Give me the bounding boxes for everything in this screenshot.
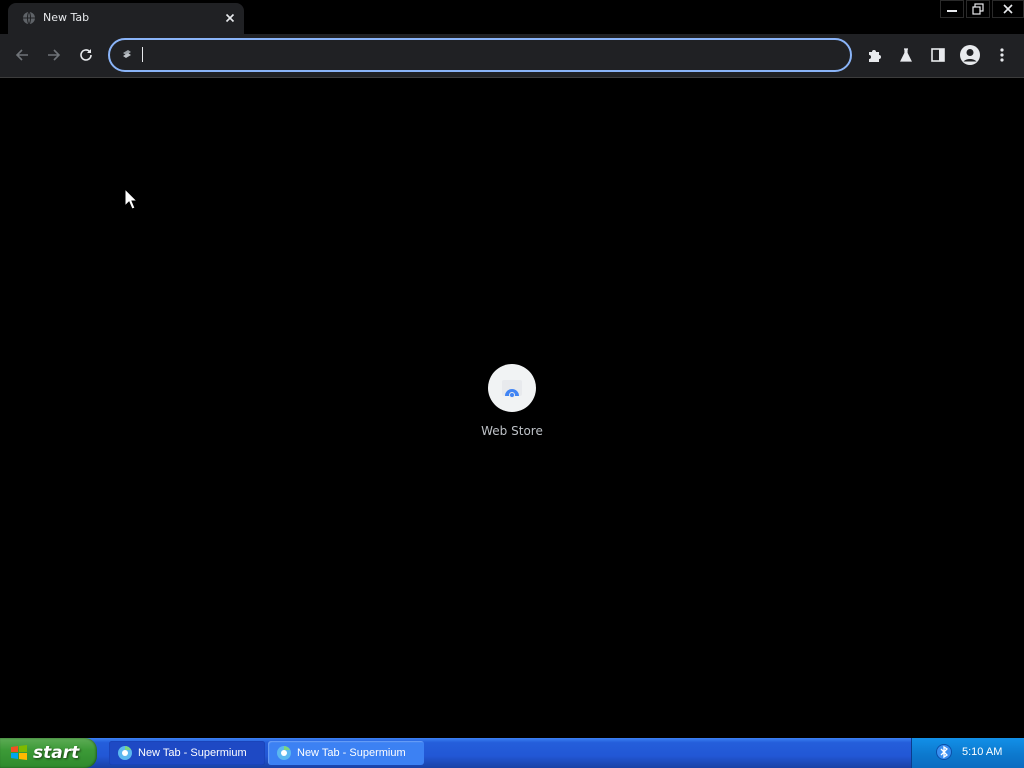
supermium-icon (118, 746, 132, 760)
address-input[interactable] (140, 44, 834, 68)
site-info-icon[interactable] (120, 48, 134, 62)
bluetooth-icon[interactable] (936, 744, 952, 760)
labs-button[interactable] (894, 43, 918, 67)
kebab-menu-icon (1000, 48, 1004, 62)
start-button[interactable]: start (0, 738, 97, 768)
tab-strip: New Tab (0, 0, 1024, 34)
restore-button[interactable] (966, 0, 990, 18)
reload-icon (80, 49, 92, 61)
forward-button[interactable] (41, 42, 67, 68)
taskbar: start New Tab - Supermium New Tab - Supe… (0, 738, 1024, 768)
back-arrow-icon (15, 49, 28, 61)
start-label: start (33, 743, 80, 763)
back-button[interactable] (9, 42, 35, 68)
restore-icon (972, 3, 984, 15)
profile-button[interactable] (958, 43, 982, 67)
tab-title: New Tab (43, 11, 90, 24)
puzzle-icon (869, 50, 881, 62)
address-bar[interactable] (108, 38, 852, 72)
side-panel-icon (931, 48, 945, 62)
forward-arrow-icon (48, 49, 61, 61)
menu-button[interactable] (990, 43, 1014, 67)
minimize-icon (947, 10, 957, 12)
globe-icon (23, 11, 35, 25)
windows-flag-icon (11, 745, 27, 760)
shortcut-label: Web Store (481, 424, 543, 438)
minimize-button[interactable] (940, 0, 964, 18)
close-icon[interactable] (222, 10, 238, 26)
web-store-icon (502, 380, 522, 398)
taskbar-button-supermium-2[interactable]: New Tab - Supermium (268, 741, 424, 765)
shortcut-icon-container (488, 364, 536, 412)
system-tray: 5:10 AM (911, 738, 1024, 768)
shortcut-web-store[interactable]: Web Store (462, 364, 562, 444)
supermium-icon (277, 746, 291, 760)
tab-new-tab[interactable]: New Tab (8, 3, 244, 34)
new-tab-page: Web Store (0, 78, 1024, 738)
taskbar-button-label: New Tab - Supermium (297, 747, 406, 759)
mouse-cursor-icon (124, 188, 138, 210)
browser-toolbar (0, 34, 1024, 78)
avatar-icon (960, 45, 980, 65)
text-caret (142, 47, 143, 62)
window-close-button[interactable] (992, 0, 1024, 18)
taskbar-button-supermium-1[interactable]: New Tab - Supermium (109, 741, 265, 765)
taskbar-button-label: New Tab - Supermium (138, 747, 247, 759)
side-panel-button[interactable] (926, 43, 950, 67)
clock[interactable]: 5:10 AM (962, 746, 1002, 758)
window-controls (938, 0, 1024, 18)
close-icon (1003, 4, 1013, 14)
reload-button[interactable] (73, 42, 99, 68)
extensions-button[interactable] (862, 43, 886, 67)
flask-icon (900, 48, 912, 62)
